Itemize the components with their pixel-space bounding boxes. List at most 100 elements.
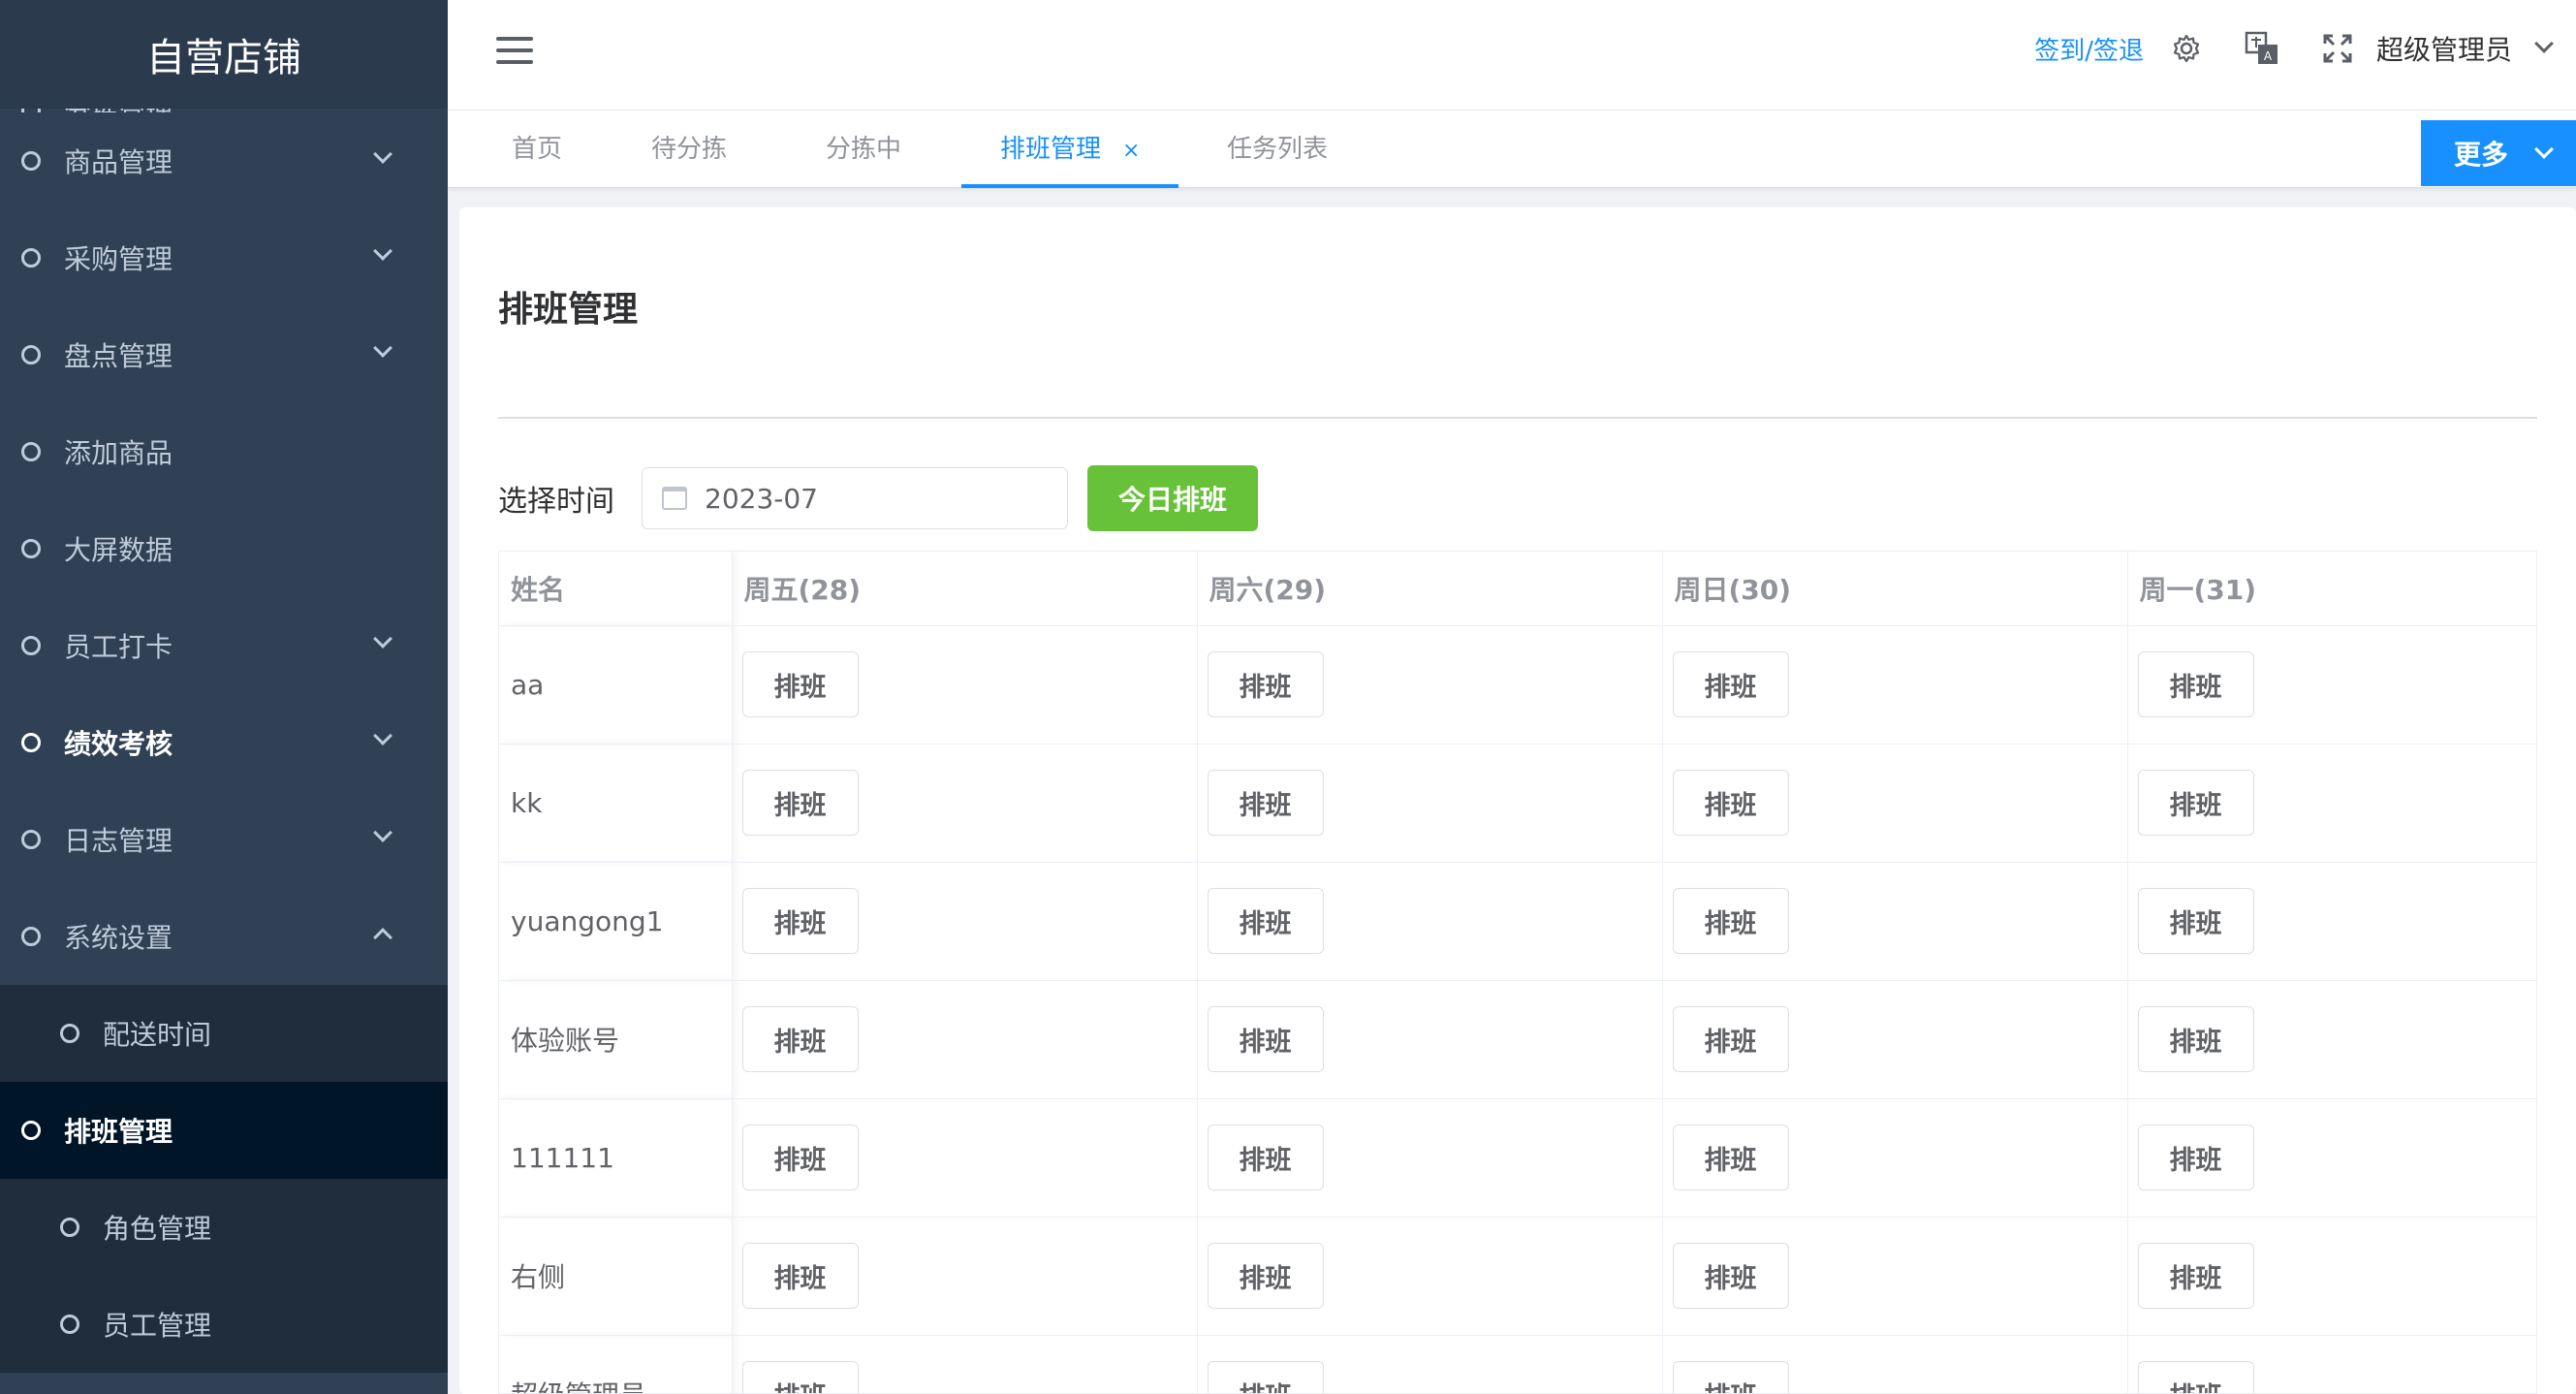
schedule-cell: 排班 [732, 980, 1198, 1099]
schedule-button[interactable]: 排班 [741, 1243, 859, 1309]
more-button-label: 更多 [2454, 139, 2509, 171]
schedule-button[interactable]: 排班 [1207, 1243, 1324, 1309]
schedule-cell: 排班 [1197, 1098, 1663, 1218]
schedule-cell: 排班 [2127, 1217, 2536, 1336]
schedule-button[interactable]: 排班 [1672, 1125, 1789, 1190]
schedule-button[interactable]: 排班 [741, 770, 859, 836]
circle-icon [21, 927, 41, 946]
fullscreen-icon[interactable] [2318, 29, 2357, 68]
table-row: kk 排班 排班 排班 排班 [499, 744, 2536, 863]
table-body: aa 排班 排班 排班 排班 kk 排班 排班 排班 排班 yuangong1 排班 排班 排班 排班 体验账… [499, 625, 2536, 1393]
schedule-button[interactable]: 排班 [741, 1361, 859, 1393]
schedule-button[interactable]: 排班 [2137, 651, 2254, 717]
sidebar-item[interactable]: 日志管理 [0, 791, 448, 888]
sidebar-item[interactable]: 大屏数据 [0, 500, 448, 597]
month-picker[interactable]: 2023-07 [642, 467, 1068, 529]
sidebar-item-label: 采购管理 [64, 243, 173, 275]
schedule-cell: 排班 [732, 625, 1198, 745]
tag-pending-sort[interactable]: 待分拣 [651, 111, 727, 188]
schedule-button[interactable]: 排班 [1672, 1361, 1789, 1393]
sidebar-item[interactable]: 绩效考核 [0, 694, 448, 791]
translate-icon[interactable]: A [2243, 29, 2281, 68]
user-name[interactable]: 超级管理员 [2376, 29, 2512, 68]
employee-name: aa [499, 625, 733, 745]
schedule-button[interactable]: 排班 [1207, 770, 1324, 836]
sidebar-logo: 自营店铺 [0, 0, 448, 109]
circle-icon [60, 1315, 79, 1334]
schedule-button[interactable]: 排班 [1672, 1006, 1789, 1072]
circle-icon [60, 1218, 79, 1237]
schedule-cell: 排班 [1197, 862, 1663, 981]
schedule-cell: 排班 [732, 744, 1198, 863]
schedule-button[interactable]: 排班 [741, 1125, 859, 1190]
circle-icon [21, 733, 41, 752]
circle-icon [21, 830, 41, 849]
more-button[interactable]: 更多 [2421, 120, 2576, 186]
schedule-button[interactable]: 排班 [1207, 888, 1324, 954]
schedule-button[interactable]: 排班 [2137, 1243, 2254, 1309]
column-header-name: 姓名 [499, 552, 733, 626]
chevron-down-icon [373, 726, 393, 745]
gear-icon[interactable] [2167, 29, 2206, 68]
tag-sorting[interactable]: 分拣中 [826, 111, 901, 188]
checkin-link[interactable]: 签到/签退 [2034, 31, 2144, 67]
circle-icon [21, 636, 41, 655]
schedule-button[interactable]: 排班 [1672, 888, 1789, 954]
schedule-button[interactable]: 排班 [1207, 651, 1324, 717]
schedule-button[interactable]: 排班 [2137, 770, 2254, 836]
schedule-cell: 排班 [1197, 744, 1663, 863]
sidebar-item[interactable]: 排班管理 [0, 1082, 448, 1179]
sidebar-item[interactable]: 系统设置 [0, 888, 448, 985]
sidebar-item[interactable]: 角色管理 [0, 1179, 448, 1276]
schedule-button[interactable]: 排班 [1207, 1125, 1324, 1190]
sidebar-item[interactable]: 盘点管理 [0, 306, 448, 403]
schedule-button[interactable]: 排班 [1672, 1243, 1789, 1309]
chevron-down-icon [2534, 140, 2554, 159]
schedule-button[interactable]: 排班 [1207, 1006, 1324, 1072]
sidebar-item[interactable]: 员工管理 [0, 1276, 448, 1373]
sidebar-item[interactable]: 采购管理 [0, 209, 448, 306]
schedule-button[interactable]: 排班 [1207, 1361, 1324, 1393]
sidebar-item[interactable]: 员工打卡 [0, 597, 448, 694]
sidebar-item[interactable]: 商品管理 [0, 112, 448, 209]
tag-schedule[interactable]: 排班管理 × [961, 111, 1179, 188]
sidebar-item[interactable]: 配送时间 [0, 985, 448, 1082]
schedule-cell: 排班 [732, 862, 1198, 981]
sidebar-item[interactable]: 添加商品 [0, 403, 448, 500]
employee-name: 右侧 [499, 1217, 733, 1336]
schedule-button[interactable]: 排班 [741, 1006, 859, 1072]
employee-name: yuangong1 [499, 862, 733, 981]
schedule-button[interactable]: 排班 [1672, 770, 1789, 836]
table-row: yuangong1 排班 排班 排班 排班 [499, 862, 2536, 981]
hamburger-icon[interactable] [496, 37, 533, 64]
employee-name: kk [499, 744, 733, 863]
schedule-cell: 排班 [1197, 980, 1663, 1099]
today-schedule-button[interactable]: 今日排班 [1087, 465, 1258, 531]
schedule-button[interactable]: 排班 [2137, 1125, 2254, 1190]
schedule-button[interactable]: 排班 [2137, 1006, 2254, 1072]
column-header-day: 周一(31) [2127, 552, 2536, 626]
column-header-day: 周六(29) [1197, 552, 1663, 626]
schedule-button[interactable]: 排班 [1672, 651, 1789, 717]
chevron-down-icon[interactable] [2534, 34, 2554, 53]
schedule-button[interactable]: 排班 [741, 888, 859, 954]
tag-task-list[interactable]: 任务列表 [1227, 111, 1328, 188]
circle-icon [21, 539, 41, 558]
table-row: 超级管理员排班排班排班排班 [499, 1335, 2536, 1393]
tag-home[interactable]: 首页 [512, 111, 562, 188]
schedule-button[interactable]: 排班 [2137, 1361, 2254, 1393]
schedule-button[interactable]: 排班 [741, 651, 859, 717]
schedule-button[interactable]: 排班 [2137, 888, 2254, 954]
chevron-down-icon [373, 823, 393, 842]
chevron-down-icon [373, 144, 393, 164]
schedule-cell: 排班 [1197, 625, 1663, 745]
table-row: aa 排班 排班 排班 排班 [499, 625, 2536, 745]
schedule-table: 姓名 周五(28) 周六(29) 周日(30) 周一(31) aa 排班 排班 排班 排班 kk 排… [498, 551, 2537, 1394]
sidebar-item-label: 商品管理 [64, 146, 173, 178]
sidebar-menu: 分拣管理商品管理采购管理盘点管理添加商品大屏数据员工打卡绩效考核日志管理系统设置… [0, 109, 448, 1373]
schedule-cell: 排班 [1662, 1335, 2128, 1393]
table-header-row: 姓名 周五(28) 周六(29) 周日(30) 周一(31) [499, 552, 2536, 626]
sidebar-item-label: 员工管理 [103, 1310, 212, 1342]
close-icon[interactable]: × [1122, 139, 1140, 163]
tag-schedule-label: 排班管理 [1000, 135, 1102, 164]
